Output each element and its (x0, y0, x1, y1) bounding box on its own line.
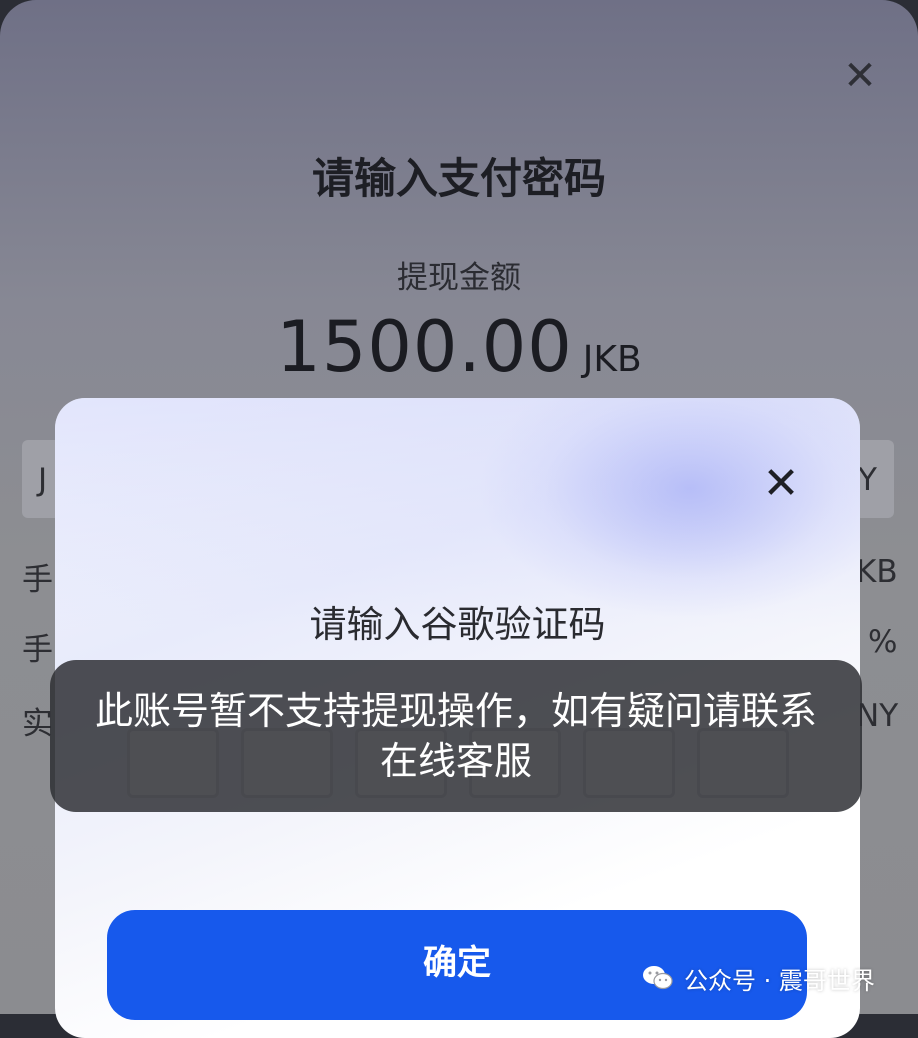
fee-rate-row-value: % (868, 624, 898, 660)
wechat-icon (643, 966, 673, 990)
actual-row-label: 实 (22, 706, 53, 742)
watermark-text: 公众号 · 震哥世界 (684, 966, 875, 995)
verification-title: 请输入谷歌验证码 (309, 603, 606, 646)
actual-row-value: NY (856, 698, 899, 734)
close-icon[interactable]: ✕ (838, 54, 882, 98)
watermark: 公众号 · 震哥世界 (640, 958, 875, 998)
amount-unit: JKB (582, 339, 642, 380)
fee-row-value: KB (856, 554, 898, 590)
close-icon[interactable]: ✕ (755, 458, 807, 510)
bar-left-text: J (38, 462, 48, 498)
bar-right-text: Y (858, 462, 877, 498)
toast-text: 此账号暂不支持提现操作，如有疑问请联系在线客服 (94, 689, 817, 783)
fee-rate-row-label: 手 (22, 632, 53, 668)
toast-message: 此账号暂不支持提现操作，如有疑问请联系在线客服 (50, 660, 862, 812)
fee-row-label: 手 (22, 562, 53, 598)
withdraw-amount: 1500.00 JKB (0, 306, 918, 388)
payment-password-title: 请输入支付密码 (311, 154, 606, 203)
withdraw-amount-label: 提现金额 (397, 260, 521, 296)
amount-value: 1500.00 (276, 306, 573, 388)
